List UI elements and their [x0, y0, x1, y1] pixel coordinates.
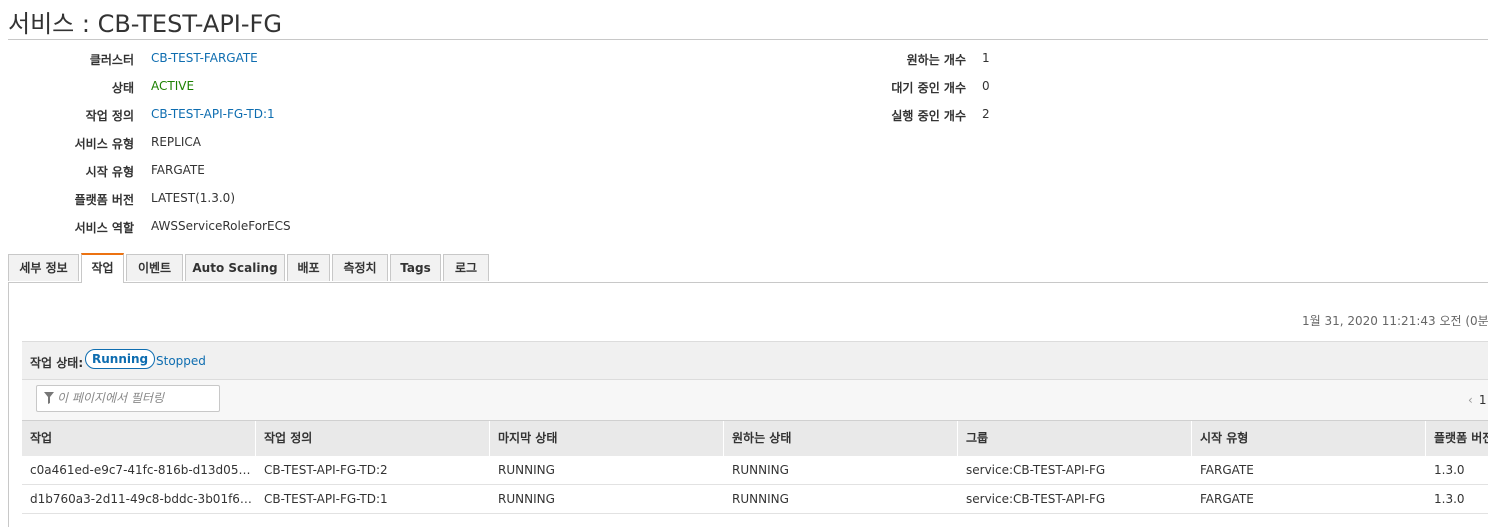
- desired-status-cell: RUNNING: [732, 463, 789, 477]
- cluster-link[interactable]: CB-TEST-FARGATE: [151, 51, 258, 65]
- task-id-link[interactable]: c0a461ed-e9c7-41fc-816b-d13d053…: [22, 456, 252, 484]
- task-definition-cell-link[interactable]: CB-TEST-API-FG-TD:2: [256, 456, 486, 484]
- tab-details[interactable]: 세부 정보: [8, 254, 79, 281]
- filter-search-box[interactable]: [36, 385, 220, 412]
- launch-type-cell: FARGATE: [1200, 492, 1254, 506]
- tab-tasks[interactable]: 작업: [81, 253, 124, 283]
- table-toolbar: ‹1: [22, 380, 1488, 420]
- column-header-task-definition[interactable]: 작업 정의: [256, 421, 490, 456]
- launch-type-value: FARGATE: [151, 163, 205, 177]
- tab-auto-scaling[interactable]: Auto Scaling: [185, 254, 285, 281]
- chevron-left-icon[interactable]: ‹: [1468, 393, 1473, 407]
- desired-status-cell: RUNNING: [732, 492, 789, 506]
- detail-key-cluster: 클러스터: [89, 53, 134, 67]
- detail-key-launch-type: 시작 유형: [85, 165, 134, 179]
- tasks-table-header: 작업 작업 정의 마지막 상태 원하는 상태 그룹 시작 유형 플랫폼 버전: [22, 420, 1488, 456]
- page-title: 서비스 : CB-TEST-API-FG: [8, 10, 282, 38]
- platform-version-cell: 1.3.0: [1434, 463, 1465, 477]
- detail-key-task-definition: 작업 정의: [85, 109, 134, 123]
- last-status-cell: RUNNING: [498, 492, 555, 506]
- column-header-group[interactable]: 그룹: [958, 421, 1192, 456]
- tab-metrics[interactable]: 측정치: [332, 254, 388, 281]
- desired-count-value: 1: [982, 51, 990, 65]
- group-cell: service:CB-TEST-API-FG: [966, 492, 1106, 506]
- page-number: 1: [1478, 393, 1487, 407]
- pending-count-value: 0: [982, 79, 990, 93]
- stopped-filter-link[interactable]: Stopped: [156, 354, 206, 368]
- platform-version-cell: 1.3.0: [1434, 492, 1465, 506]
- column-header-task[interactable]: 작업: [22, 421, 256, 456]
- service-type-value: REPLICA: [151, 135, 201, 149]
- status-value: ACTIVE: [151, 79, 195, 93]
- task-id-link[interactable]: d1b760a3-2d11-49c8-bddc-3b01f6…: [22, 485, 252, 513]
- tab-events[interactable]: 이벤트: [126, 254, 183, 281]
- tab-deployments[interactable]: 배포: [287, 254, 330, 281]
- group-cell: service:CB-TEST-API-FG: [966, 463, 1106, 477]
- column-header-platform-version[interactable]: 플랫폼 버전: [1426, 421, 1488, 456]
- tabs-divider: [8, 282, 1488, 283]
- detail-key-desired-count: 원하는 개수: [906, 53, 966, 67]
- column-header-desired-status[interactable]: 원하는 상태: [724, 421, 958, 456]
- tab-tags[interactable]: Tags: [390, 254, 441, 281]
- task-status-bar: 작업 상태: Running Stopped: [22, 341, 1488, 380]
- table-row: c0a461ed-e9c7-41fc-816b-d13d053… CB-TEST…: [22, 456, 1488, 485]
- task-definition-link[interactable]: CB-TEST-API-FG-TD:1: [151, 107, 275, 121]
- detail-key-service-type: 서비스 유형: [74, 137, 134, 151]
- detail-key-pending-count: 대기 중인 개수: [891, 81, 966, 95]
- filter-search-input[interactable]: [57, 389, 215, 407]
- detail-key-platform-version: 플랫폼 버전: [74, 193, 134, 207]
- table-row: d1b760a3-2d11-49c8-bddc-3b01f6… CB-TEST-…: [22, 485, 1488, 514]
- funnel-icon: [44, 392, 54, 404]
- pagination: ‹ 1: [1468, 393, 1486, 407]
- platform-version-value: LATEST(1.3.0): [151, 191, 235, 205]
- last-updated-timestamp: 1월 31, 2020 11:21:43 오전 (0분 전: [1302, 314, 1488, 328]
- task-definition-cell-link[interactable]: CB-TEST-API-FG-TD:1: [256, 485, 486, 513]
- tab-logs[interactable]: 로그: [443, 254, 489, 281]
- running-filter-button[interactable]: Running: [85, 349, 156, 369]
- column-header-launch-type[interactable]: 시작 유형: [1192, 421, 1426, 456]
- detail-key-running-count: 실행 중인 개수: [891, 109, 966, 123]
- launch-type-cell: FARGATE: [1200, 463, 1254, 477]
- task-status-label: 작업 상태:: [30, 356, 84, 370]
- detail-key-service-role: 서비스 역할: [74, 221, 134, 235]
- title-divider: [8, 39, 1488, 40]
- last-status-cell: RUNNING: [498, 463, 555, 477]
- service-role-value: AWSServiceRoleForECS: [151, 219, 291, 233]
- detail-key-status: 상태: [111, 81, 134, 95]
- column-header-last-status[interactable]: 마지막 상태: [490, 421, 724, 456]
- running-count-value: 2: [982, 107, 990, 121]
- panel-border: [8, 282, 9, 527]
